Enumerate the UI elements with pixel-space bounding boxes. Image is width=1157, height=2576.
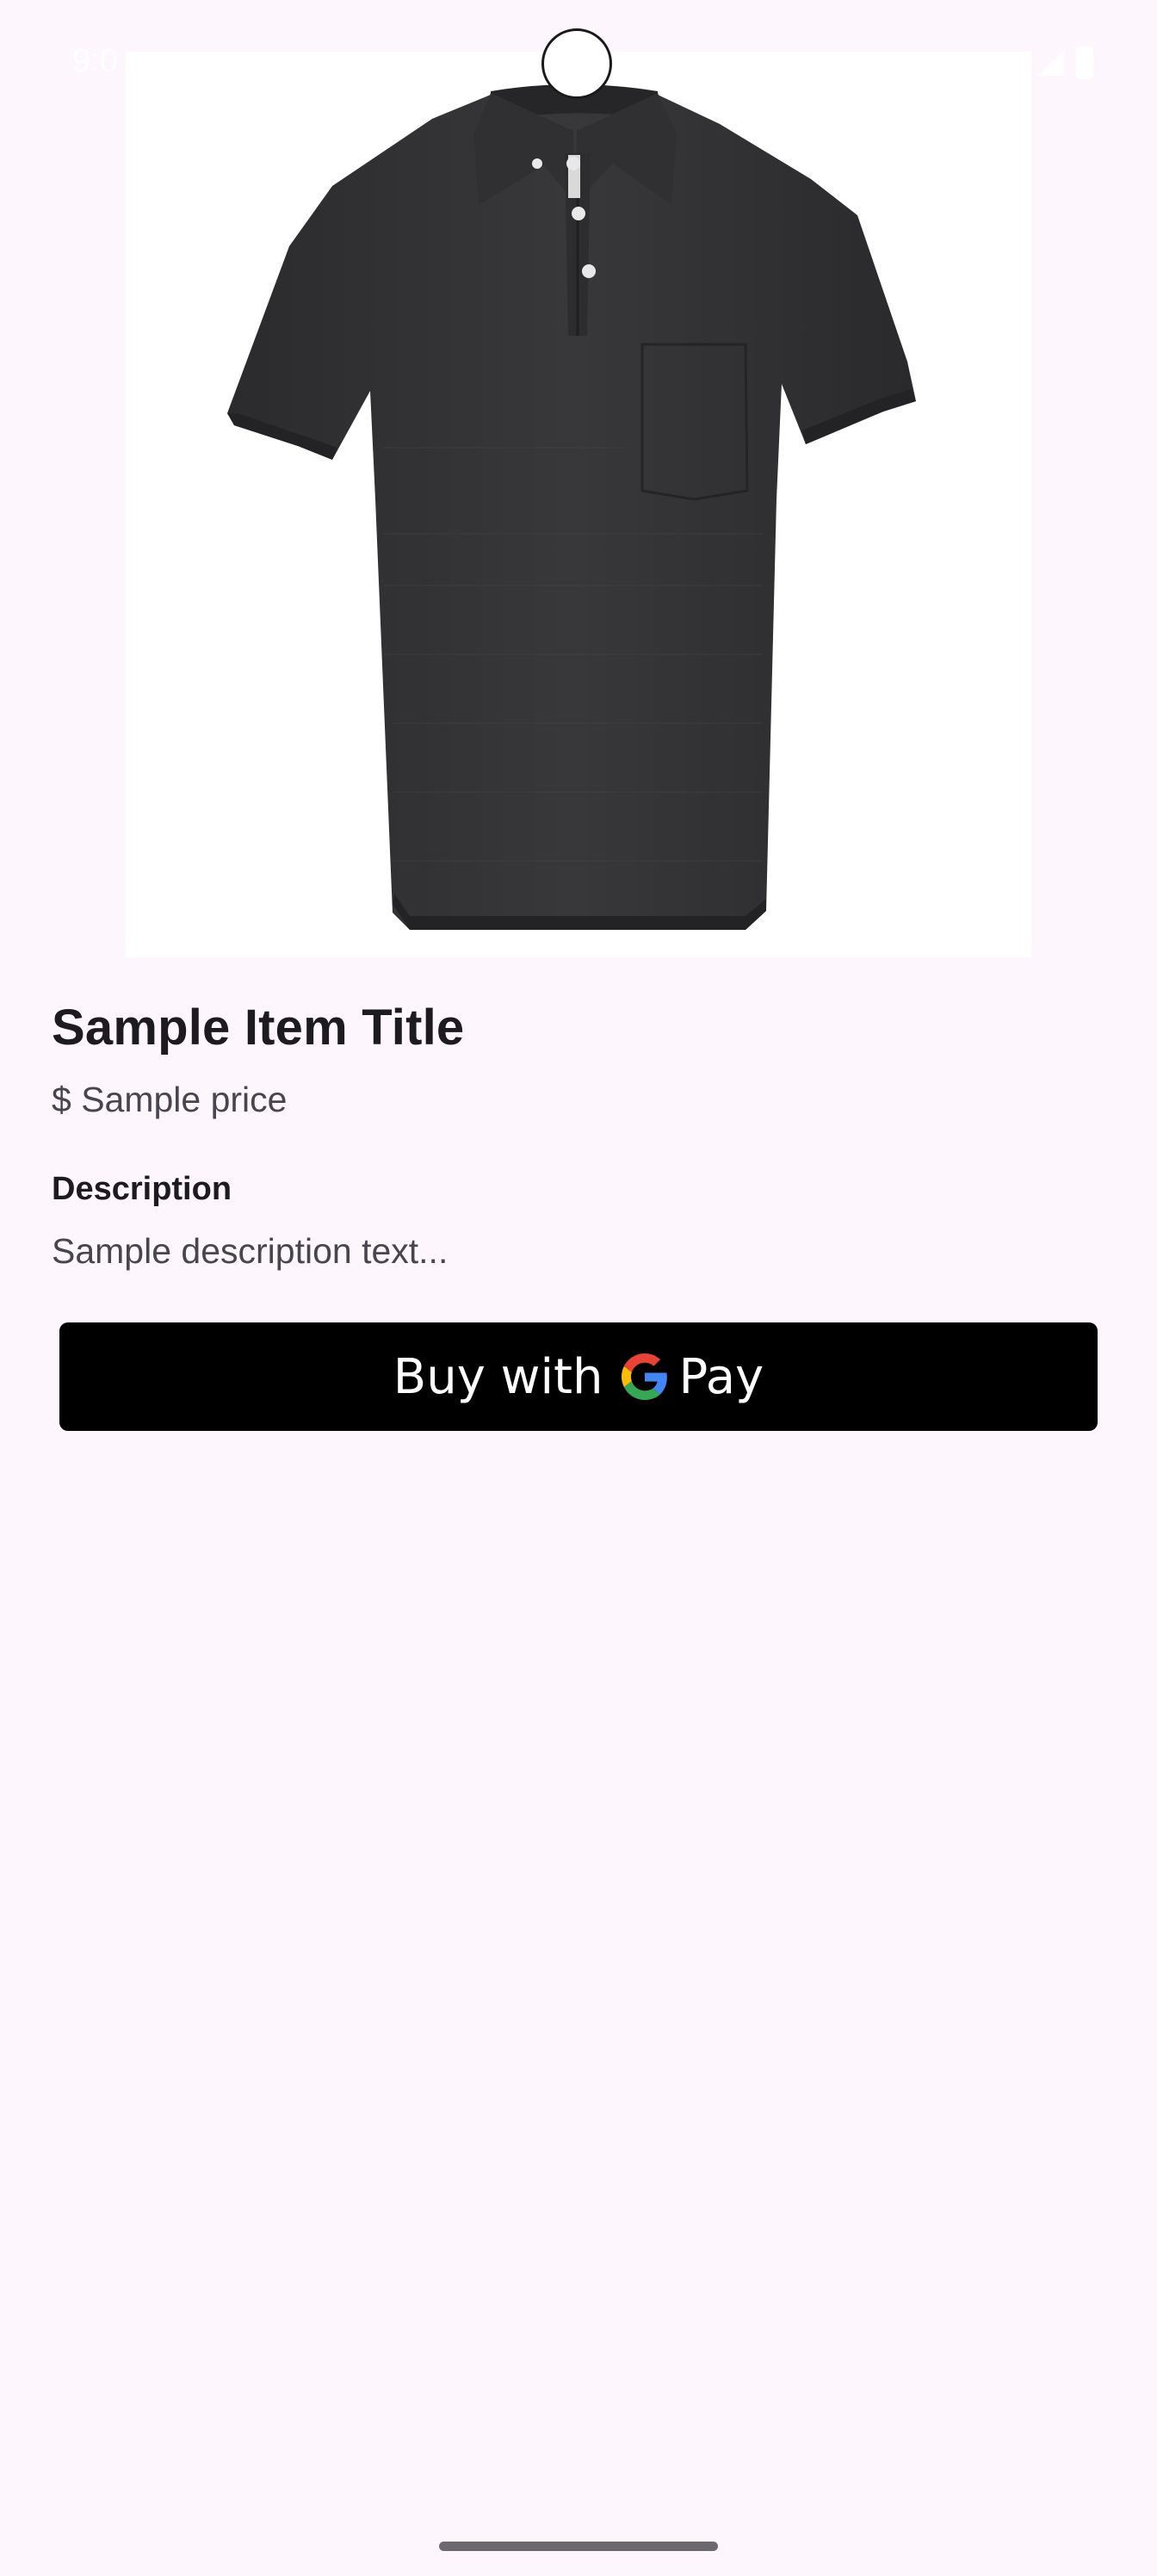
status-time: 9:0 (72, 43, 118, 79)
buy-with-google-pay-button[interactable]: Buy with Pay (59, 1322, 1098, 1431)
status-icons (1038, 46, 1093, 79)
buy-with-label: Buy with (393, 1348, 603, 1405)
home-indicator[interactable] (439, 2542, 718, 2551)
product-title: Sample Item Title (52, 1000, 465, 1056)
polo-shirt-image (227, 84, 916, 930)
battery-icon (1076, 46, 1093, 79)
camera-cutout (541, 28, 612, 99)
google-g-icon (622, 1353, 668, 1400)
description-text: Sample description text... (52, 1231, 449, 1271)
description-heading: Description (52, 1171, 232, 1207)
signal-icon (1038, 50, 1064, 76)
product-detail-screen: 9:0 Sample Item Title $ Sample price Des… (0, 0, 1157, 2576)
pay-label: Pay (678, 1348, 764, 1405)
product-image (126, 52, 1031, 957)
product-price: $ Sample price (52, 1080, 288, 1119)
